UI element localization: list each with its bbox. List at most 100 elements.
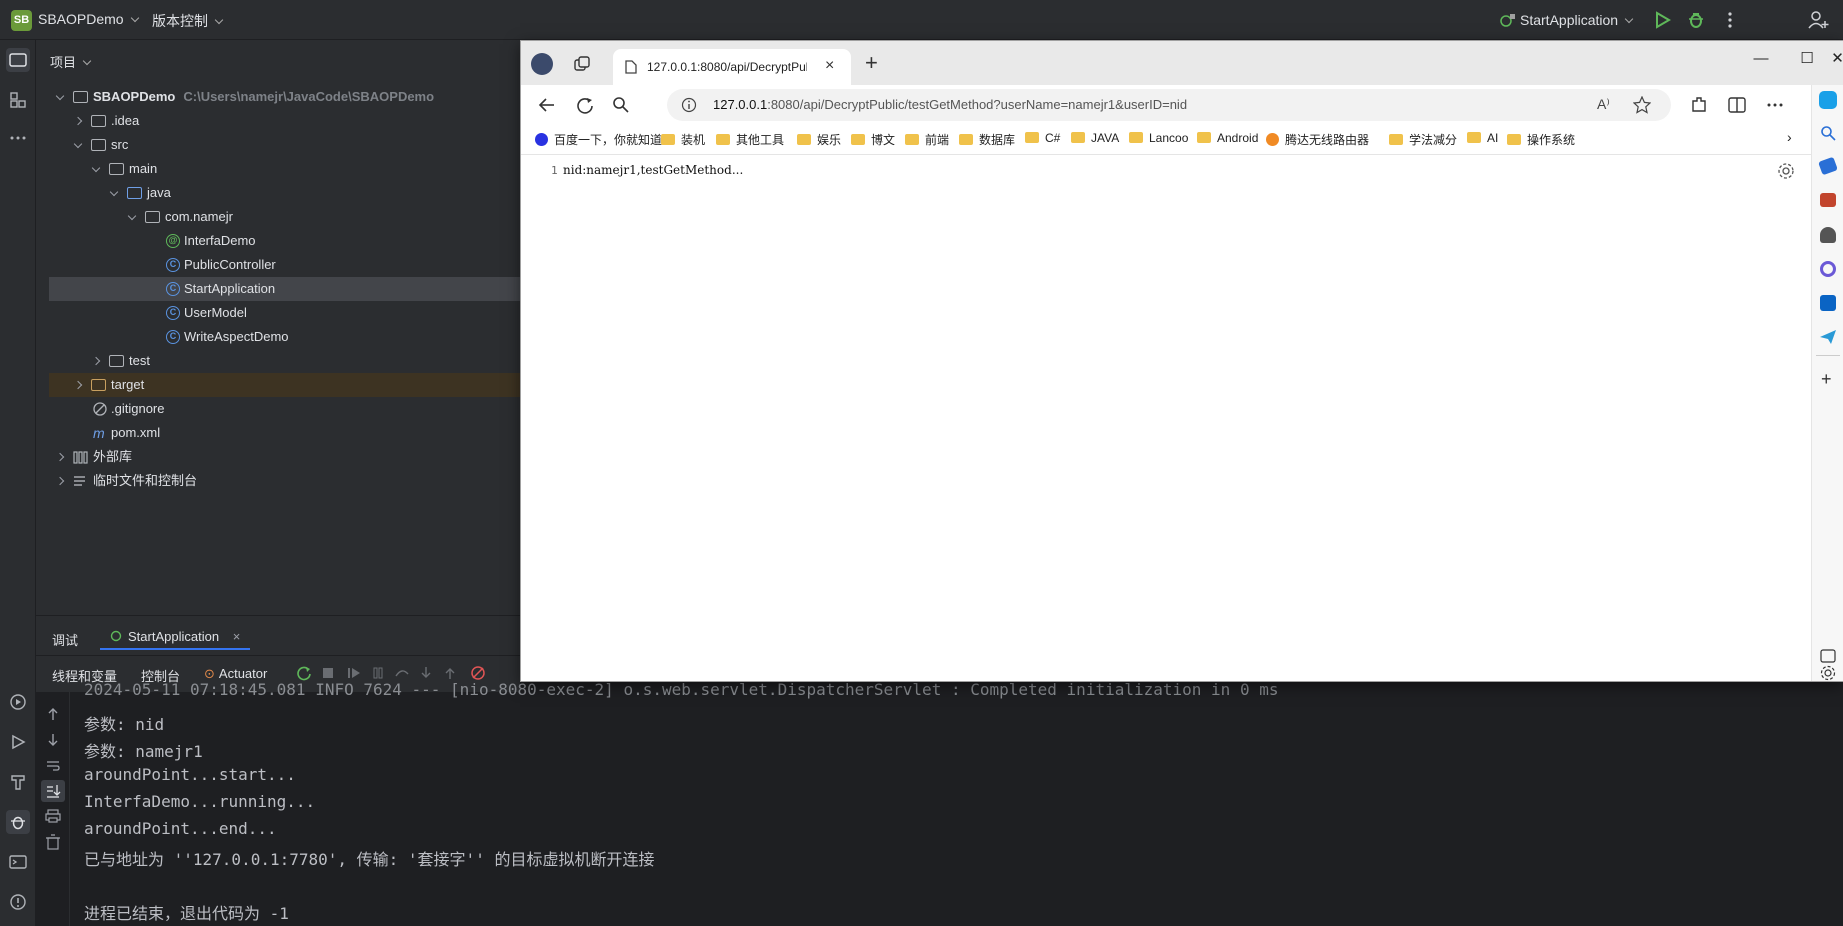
scroll-to-end-button[interactable] (41, 780, 65, 802)
split-screen-icon[interactable] (1727, 95, 1747, 115)
run-tool-button[interactable] (6, 730, 30, 754)
tree-row-src[interactable]: src (49, 133, 520, 157)
tree-row-gitignore[interactable]: .gitignore (49, 397, 520, 421)
profile-avatar[interactable] (531, 53, 553, 75)
bookmark-folder[interactable]: 其他工具 (716, 131, 784, 148)
maximize-button[interactable]: ☐ (1787, 47, 1827, 71)
debug-session-tab[interactable]: StartApplication × (100, 624, 251, 650)
bookmark-label: 博文 (871, 133, 896, 147)
send-icon[interactable] (1819, 329, 1837, 345)
browser-tab-active[interactable]: 127.0.0.1:8080/api/DecryptPublic × (613, 49, 851, 85)
tree-row-root[interactable]: SBAOPDemo C:\Users\namejr\JavaCode\SBAOPD… (49, 85, 520, 109)
add-user-button[interactable] (1808, 10, 1829, 30)
bookmark-folder[interactable]: 数据库 (959, 131, 1015, 148)
soft-wrap-icon[interactable] (45, 758, 61, 774)
tree-row-startapplication[interactable]: C StartApplication (49, 277, 520, 301)
copilot-icon[interactable] (1819, 91, 1837, 109)
bookmark-folder[interactable]: JAVA (1071, 131, 1119, 145)
scroll-up-icon[interactable] (45, 706, 61, 722)
search-icon[interactable] (1820, 125, 1836, 141)
refresh-icon[interactable] (575, 95, 595, 115)
close-tab-icon[interactable]: × (825, 57, 834, 75)
project-tool-button[interactable] (6, 48, 30, 72)
build-tool-button[interactable] (6, 770, 30, 794)
tree-row-external-libs[interactable]: 外部库 (49, 445, 520, 469)
bookmark-folder[interactable]: 学法减分 (1389, 131, 1457, 148)
pause-icon[interactable] (370, 665, 386, 681)
tree-row-usermodel[interactable]: C UserModel (49, 301, 520, 325)
more-horizontal-icon[interactable] (1765, 95, 1785, 115)
collapse-arrow-icon (73, 116, 83, 126)
gear-icon[interactable] (1820, 665, 1836, 681)
tree-row-idea[interactable]: .idea (49, 109, 520, 133)
project-selector[interactable]: SBAOPDemo (38, 11, 139, 27)
tree-row-test[interactable]: test (49, 349, 520, 373)
services-tool-button[interactable] (6, 690, 30, 714)
step-into-icon[interactable] (418, 665, 434, 681)
bookmark-folder[interactable]: 前端 (905, 131, 949, 148)
read-aloud-icon[interactable]: A⁾ (1597, 96, 1610, 113)
bookmarks-overflow-chevron-icon[interactable]: › (1787, 129, 1792, 145)
add-sidebar-app-icon[interactable]: + (1821, 369, 1832, 390)
problems-tool-button[interactable] (6, 890, 30, 914)
info-icon[interactable] (681, 97, 697, 113)
bookmark-folder[interactable]: Android (1197, 131, 1258, 145)
extensions-icon[interactable] (1689, 95, 1709, 115)
bookmark-tenda[interactable]: 腾达无线路由器 (1266, 131, 1369, 148)
trash-icon[interactable] (45, 834, 61, 850)
project-badge[interactable]: SB (11, 10, 32, 31)
run-config-selector[interactable]: StartApplication (1500, 11, 1634, 28)
vcs-selector[interactable]: 版本控制 (152, 11, 224, 31)
bookmark-folder[interactable]: 娱乐 (797, 131, 841, 148)
tree-row-writeaspectdemo[interactable]: C WriteAspectDemo (49, 325, 520, 349)
resume-icon[interactable] (346, 665, 362, 681)
tree-row-interfademo[interactable]: @ InterfaDemo (49, 229, 520, 253)
close-window-button[interactable]: ✕ (1831, 47, 1843, 71)
bookmark-folder[interactable]: 装机 (661, 131, 705, 148)
run-button[interactable] (1652, 10, 1672, 30)
new-tab-icon[interactable]: + (865, 50, 878, 76)
bookmark-folder[interactable]: C# (1025, 131, 1060, 145)
more-tools-button[interactable] (6, 126, 30, 150)
tree-row-main[interactable]: main (49, 157, 520, 181)
mute-breakpoints-icon[interactable] (470, 665, 486, 681)
terminal-tool-button[interactable] (6, 850, 30, 874)
stop-icon[interactable] (320, 665, 336, 681)
favorite-star-icon[interactable] (1633, 96, 1651, 114)
games-icon[interactable] (1820, 227, 1836, 243)
debug-button[interactable] (1686, 10, 1706, 30)
bookmark-folder[interactable]: 博文 (851, 131, 895, 148)
tree-row-package[interactable]: com.namejr (49, 205, 520, 229)
outlook-icon[interactable] (1820, 295, 1836, 311)
shopping-tag-icon[interactable] (1818, 156, 1838, 176)
back-icon[interactable] (537, 95, 557, 115)
more-actions-button[interactable] (1720, 10, 1740, 30)
screenshot-icon[interactable] (1820, 649, 1836, 663)
step-over-icon[interactable] (394, 665, 410, 681)
structure-tool-button[interactable] (6, 88, 30, 112)
tree-row-publiccontroller[interactable]: C PublicController (49, 253, 520, 277)
microsoft365-icon[interactable] (1820, 261, 1836, 277)
address-bar[interactable]: 127.0.0.1:8080/api/DecryptPublic/testGet… (667, 89, 1671, 121)
tree-row-target[interactable]: target (49, 373, 520, 397)
step-out-icon[interactable] (442, 665, 458, 681)
search-icon[interactable] (611, 95, 631, 115)
print-icon[interactable] (45, 808, 61, 824)
tools-icon[interactable] (1820, 193, 1836, 207)
gear-icon[interactable] (1777, 162, 1795, 180)
project-panel-header[interactable]: 项目 (50, 52, 92, 71)
tree-row-scratches[interactable]: 临时文件和控制台 (49, 469, 520, 493)
bookmark-folder[interactable]: AI (1467, 131, 1498, 145)
project-name: SBAOPDemo (38, 11, 124, 27)
close-icon[interactable]: × (233, 629, 241, 644)
debug-tool-button[interactable] (6, 810, 30, 834)
bookmark-folder[interactable]: Lancoo (1129, 131, 1188, 145)
workspaces-icon[interactable] (573, 55, 591, 73)
minimize-button[interactable]: — (1741, 47, 1781, 71)
bookmark-folder[interactable]: 操作系统 (1507, 131, 1575, 148)
bookmark-baidu[interactable]: 百度一下，你就知道 (535, 131, 662, 148)
scroll-down-icon[interactable] (45, 732, 61, 748)
tree-row-java[interactable]: java (49, 181, 520, 205)
tree-row-pom[interactable]: m pom.xml (49, 421, 520, 445)
rerun-icon[interactable] (296, 665, 312, 681)
